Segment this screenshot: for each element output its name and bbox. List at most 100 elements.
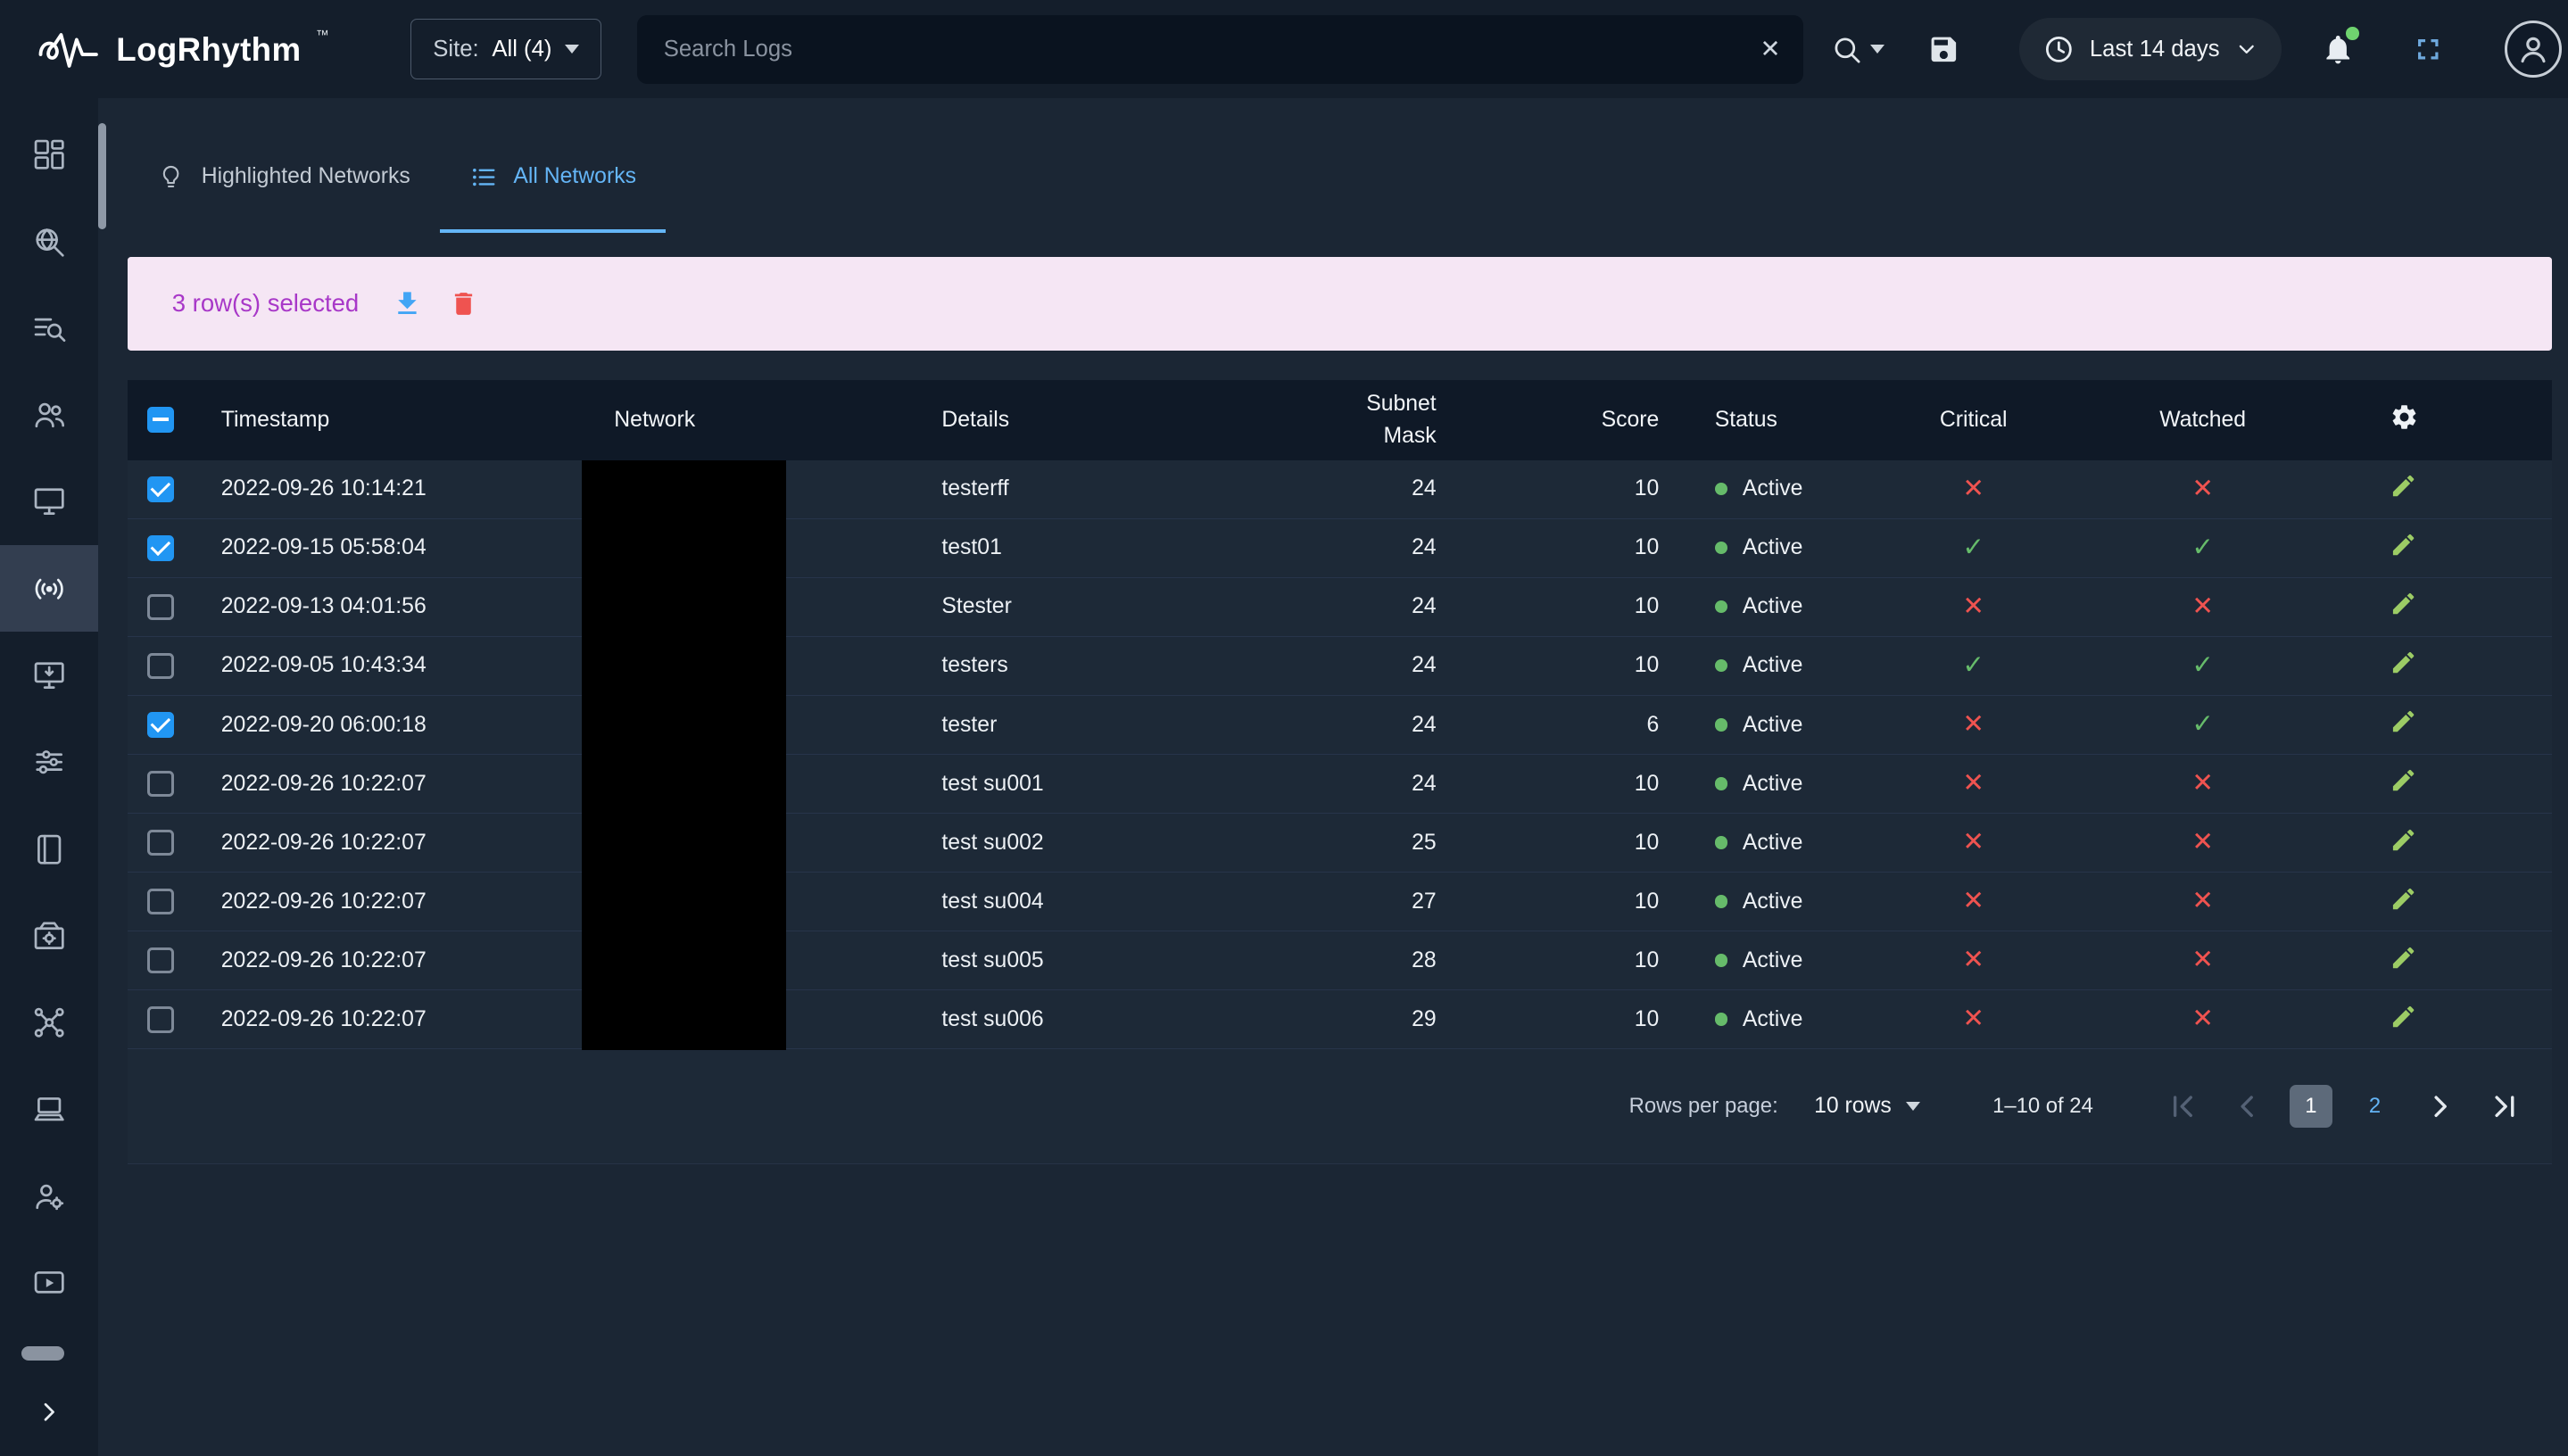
row-checkbox[interactable]: [147, 653, 173, 679]
pagination-range: 1–10 of 24: [1992, 1094, 2093, 1119]
next-page-button[interactable]: [2417, 1083, 2463, 1129]
brand-trademark: ™: [316, 25, 329, 48]
time-range-selector[interactable]: Last 14 days: [2019, 18, 2282, 80]
cross-icon: ✕: [1962, 709, 1984, 739]
critical-cell: ✕: [1892, 460, 2056, 519]
search-submit-button[interactable]: [1830, 33, 1885, 66]
last-page-button[interactable]: [2483, 1083, 2529, 1129]
edit-row-button[interactable]: [2390, 944, 2417, 972]
subnet-mask-cell: 25: [1143, 814, 1464, 873]
edit-pencil-icon: [2390, 590, 2417, 617]
sidebar-item-media[interactable]: [0, 1239, 98, 1326]
column-header-critical[interactable]: Critical: [1892, 380, 2056, 460]
sidebar-item-devices[interactable]: [0, 1066, 98, 1153]
column-header-timestamp[interactable]: Timestamp: [194, 380, 587, 460]
edit-row-button[interactable]: [2390, 826, 2417, 854]
details-cell: Stester: [914, 578, 1143, 637]
sidebar-item-dashboards[interactable]: [0, 112, 98, 198]
clear-search-icon[interactable]: ✕: [1760, 37, 1781, 62]
chevron-left-icon: [2229, 1088, 2265, 1124]
sidebar-item-networks[interactable]: [0, 545, 98, 632]
fullscreen-button[interactable]: [2411, 32, 2446, 67]
rows-per-page-select[interactable]: 10 rows: [1814, 1094, 1920, 1119]
save-search-button[interactable]: [1927, 33, 1960, 66]
column-header-subnet-mask[interactable]: Subnet Mask: [1143, 380, 1464, 460]
sidebar-item-workflows[interactable]: [0, 980, 98, 1066]
subnet-mask-cell: 27: [1143, 873, 1464, 931]
row-checkbox[interactable]: [147, 476, 173, 502]
details-cell: test su002: [914, 814, 1143, 873]
row-checkbox[interactable]: [147, 1006, 173, 1032]
edit-row-button[interactable]: [2390, 766, 2417, 794]
row-checkbox[interactable]: [147, 771, 173, 797]
row-checkbox[interactable]: [147, 594, 173, 620]
column-header-score[interactable]: Score: [1464, 380, 1687, 460]
tab-highlighted-networks[interactable]: Highlighted Networks: [128, 121, 440, 233]
page-1-button[interactable]: 1: [2290, 1085, 2332, 1128]
sidebar-item-log-search[interactable]: [0, 285, 98, 371]
table-row: 2022-09-26 10:22:07test su0052810Active✕…: [128, 931, 2552, 990]
column-header-status[interactable]: Status: [1687, 380, 1892, 460]
edit-row-button[interactable]: [2390, 531, 2417, 558]
select-all-checkbox[interactable]: [147, 407, 173, 433]
chevron-right-icon: [36, 1399, 62, 1425]
table-row: 2022-09-13 04:01:56Stester2410Active✕✕: [128, 578, 2552, 637]
status-cell: Active: [1687, 990, 1892, 1049]
sidebar-item-agents[interactable]: [0, 632, 98, 718]
page-2-button[interactable]: 2: [2352, 1083, 2398, 1129]
site-selector[interactable]: Site: All (4): [410, 19, 601, 79]
column-header-network[interactable]: Network: [586, 380, 914, 460]
previous-page-button[interactable]: [2224, 1083, 2270, 1129]
sidebar-item-administration[interactable]: [0, 1153, 98, 1239]
tab-all-networks[interactable]: All Networks: [440, 121, 666, 233]
sidebar-scroll-thumb[interactable]: [21, 1346, 64, 1361]
sidebar-item-knowledge[interactable]: [0, 806, 98, 892]
row-checkbox[interactable]: [147, 947, 173, 973]
column-header-details[interactable]: Details: [914, 380, 1143, 460]
check-icon: ✓: [2191, 533, 2214, 562]
edit-row-button[interactable]: [2390, 649, 2417, 676]
timestamp-cell: 2022-09-20 06:00:18: [194, 696, 587, 755]
sidebar-item-deployment[interactable]: [0, 892, 98, 979]
edit-row-button[interactable]: [2390, 707, 2417, 735]
cross-icon: ✕: [2191, 886, 2214, 915]
search-input[interactable]: [637, 15, 1803, 84]
sidebar-item-endpoints[interactable]: [0, 459, 98, 545]
table-row: 2022-09-15 05:58:04test012410Active✓✓: [128, 519, 2552, 578]
row-checkbox[interactable]: [147, 830, 173, 856]
media-play-icon: [31, 1265, 67, 1301]
cross-icon: ✕: [2191, 1004, 2214, 1033]
user-avatar[interactable]: [2505, 21, 2562, 78]
row-checkbox[interactable]: [147, 712, 173, 738]
details-cell: testers: [914, 637, 1143, 696]
sidebar-expand-button[interactable]: [33, 1395, 66, 1428]
row-checkbox[interactable]: [147, 889, 173, 914]
screen: LogRhythm ™ Site: All (4) ✕: [0, 0, 2568, 1456]
notifications-button[interactable]: [2321, 32, 2356, 67]
edit-row-button[interactable]: [2390, 590, 2417, 617]
content-scrollbar-thumb[interactable]: [98, 123, 106, 229]
download-selected-button[interactable]: [392, 288, 423, 319]
column-settings-gear-icon[interactable]: [2390, 402, 2419, 432]
list-search-icon: [31, 310, 67, 346]
edit-row-button[interactable]: [2390, 1003, 2417, 1030]
sidebar-item-users[interactable]: [0, 372, 98, 459]
sidebar-item-tuning[interactable]: [0, 719, 98, 806]
status-cell: Active: [1687, 755, 1892, 814]
table-row: 2022-09-26 10:22:07test su0012410Active✕…: [128, 755, 2552, 814]
sidebar-item-analyze[interactable]: [0, 198, 98, 285]
row-checkbox[interactable]: [147, 535, 173, 561]
first-page-button[interactable]: [2158, 1083, 2204, 1129]
trash-icon: [449, 289, 478, 318]
networks-table: Timestamp Network Details Subnet Mask Sc…: [128, 380, 2552, 1050]
tab-label: All Networks: [513, 164, 636, 189]
pagination: Rows per page: 10 rows 1–10 of 24 1 2: [128, 1049, 2552, 1163]
column-header-watched[interactable]: Watched: [2056, 380, 2350, 460]
edit-row-button[interactable]: [2390, 472, 2417, 500]
delete-selected-button[interactable]: [449, 289, 478, 318]
score-cell: 10: [1464, 578, 1687, 637]
edit-pencil-icon: [2390, 885, 2417, 913]
edit-pencil-icon: [2390, 1003, 2417, 1030]
edit-row-button[interactable]: [2390, 885, 2417, 913]
site-label: Site:: [433, 37, 478, 62]
